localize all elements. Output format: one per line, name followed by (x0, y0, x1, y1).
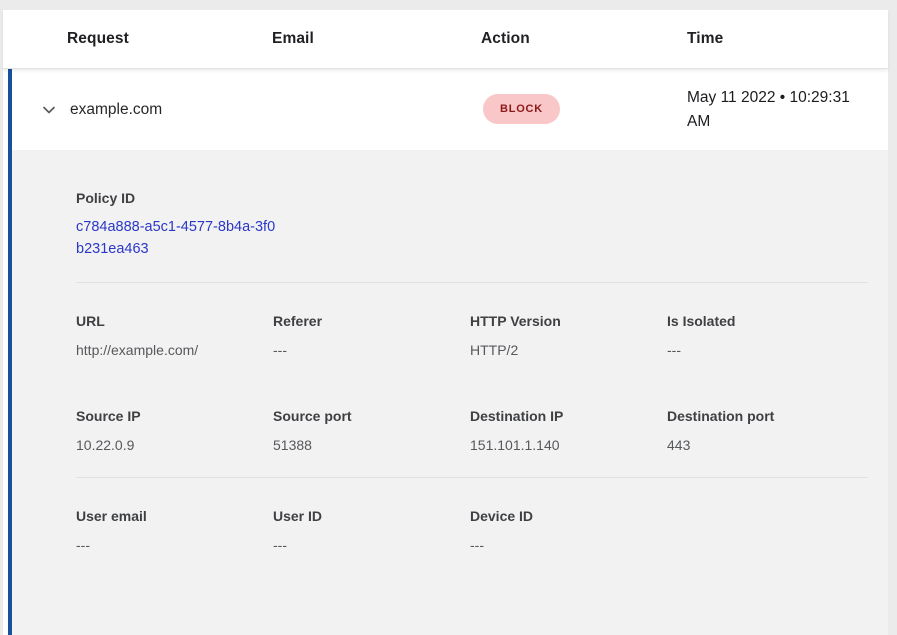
field-value: HTTP/2 (470, 340, 667, 360)
field-source-ip: Source IP 10.22.0.9 (76, 406, 273, 455)
request-domain: example.com (70, 100, 162, 120)
field-value: 51388 (273, 435, 470, 455)
field-label: User email (76, 506, 273, 526)
column-header-request: Request (67, 30, 129, 48)
column-header-action: Action (481, 30, 530, 48)
column-header-email: Email (272, 30, 314, 48)
field-url: URL http://example.com/ (76, 311, 273, 360)
field-destination-port: Destination port 443 (667, 406, 868, 455)
action-block-badge: BLOCK (483, 94, 560, 124)
field-referer: Referer --- (273, 311, 470, 360)
field-label: URL (76, 311, 273, 331)
field-value: 10.22.0.9 (76, 435, 273, 455)
field-value: --- (76, 535, 273, 555)
field-value: http://example.com/ (76, 340, 273, 360)
field-value: --- (470, 535, 667, 555)
chevron-down-icon[interactable] (41, 102, 57, 118)
policy-id-block: Policy ID c784a888-a5c1-4577-8b4a-3f0b23… (76, 188, 868, 260)
row-details-panel: Policy ID c784a888-a5c1-4577-8b4a-3f0b23… (12, 150, 888, 635)
details-grid-row-2: Source IP 10.22.0.9 Source port 51388 De… (76, 406, 868, 455)
field-label: Destination port (667, 406, 868, 426)
field-label: HTTP Version (470, 311, 667, 331)
field-destination-ip: Destination IP 151.101.1.140 (470, 406, 667, 455)
field-source-port: Source port 51388 (273, 406, 470, 455)
field-empty (667, 506, 868, 555)
field-user-email: User email --- (76, 506, 273, 555)
field-value: 443 (667, 435, 868, 455)
field-label: Referer (273, 311, 470, 331)
row-timestamp: May 11 2022 • 10:29:31 AM (687, 86, 871, 134)
field-value: --- (667, 340, 868, 360)
policy-id-label: Policy ID (76, 188, 868, 208)
divider (76, 282, 868, 283)
field-label: Source IP (76, 406, 273, 426)
expanded-row-group: example.com BLOCK May 11 2022 • 10:29:31… (8, 69, 888, 635)
field-value: 151.101.1.140 (470, 435, 667, 455)
field-device-id: Device ID --- (470, 506, 667, 555)
field-is-isolated: Is Isolated --- (667, 311, 868, 360)
field-label: Source port (273, 406, 470, 426)
field-value: --- (273, 340, 470, 360)
field-label: Is Isolated (667, 311, 868, 331)
field-label: Destination IP (470, 406, 667, 426)
policy-id-link[interactable]: c784a888-a5c1-4577-8b4a-3f0b231ea463 (76, 216, 276, 260)
field-label: Device ID (470, 506, 667, 526)
details-grid-row-3: User email --- User ID --- Device ID --- (76, 506, 868, 555)
column-header-time: Time (687, 30, 723, 48)
log-table-card: Request Email Action Time example.com BL… (3, 10, 888, 635)
field-user-id: User ID --- (273, 506, 470, 555)
log-row[interactable]: example.com BLOCK May 11 2022 • 10:29:31… (12, 69, 888, 150)
divider (76, 477, 868, 478)
field-value: --- (273, 535, 470, 555)
details-grid-row-1: URL http://example.com/ Referer --- HTTP… (76, 311, 868, 360)
field-label: User ID (273, 506, 470, 526)
table-header-row: Request Email Action Time (3, 10, 888, 69)
field-http-version: HTTP Version HTTP/2 (470, 311, 667, 360)
